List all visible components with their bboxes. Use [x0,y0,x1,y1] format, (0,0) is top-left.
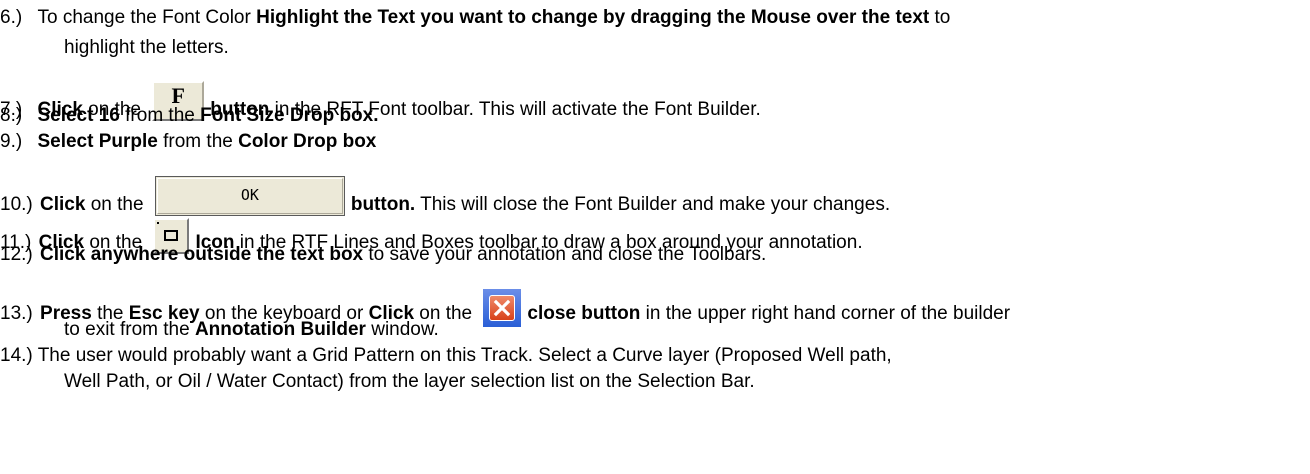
step-bold-text: Color Drop box [238,131,377,152]
ok-button-image: OK [154,176,345,216]
step-9: 9.) Select Purple from the Color Drop bo… [0,131,376,153]
step-text: from the [157,131,239,152]
step-8: 8.) Select 16 from the Font Size Drop bo… [0,105,379,127]
step-bold-text: Highlight the Text you want to change by… [256,7,930,28]
step-text: in the upper right hand corner of the bu… [640,303,1011,324]
step-6-continuation: highlight the letters. [64,37,229,58]
step-bold-text: Font Size Drop box. [200,105,379,126]
step-text: This will close the Font Builder and mak… [415,194,891,215]
step-12: 12.) Click anywhere outside the text box… [0,244,766,266]
step-bold-text: close button [527,303,641,324]
close-icon [483,289,522,327]
step-text: The user would probably want a Grid Patt… [37,345,892,366]
step-number: 13.) [0,303,33,324]
step-14-continuation: Well Path, or Oil / Water Contact) from … [64,371,755,392]
step-text: to save your annotation and close the To… [363,244,767,265]
step-number: 12.) [0,244,33,265]
step-bold-text: button. [350,194,416,215]
step-bold-text: Annotation Builder [194,319,366,340]
step-13-continuation: to exit from the Annotation Builder wind… [64,319,439,341]
step-number: 10.) [0,194,33,215]
step-text: to exit from the [64,319,195,340]
step-text: To change the Font Color [37,7,257,28]
step-number: 14.) [0,345,33,366]
step-bold-text: Click [40,194,86,215]
step-number: 6.) [0,7,23,28]
step-6: 6.) To change the Font Color Highlight t… [0,7,950,29]
step-14: 14.) The user would probably want a Grid… [0,345,892,367]
step-text: window. [365,319,439,340]
step-text: to [929,7,951,28]
step-text: on the [85,194,144,215]
step-number: 8.) [0,105,23,126]
step-number: 9.) [0,131,23,152]
ok-label: OK [240,186,259,204]
step-bold-text: Select Purple [37,131,158,152]
step-text: from the [119,105,201,126]
step-10: 10.) Click on the OK button. This will cl… [0,176,890,216]
step-bold-text: Click anywhere outside the text box [40,244,364,265]
step-bold-text: Select 16 [37,105,120,126]
font-f-label: F [171,83,185,108]
